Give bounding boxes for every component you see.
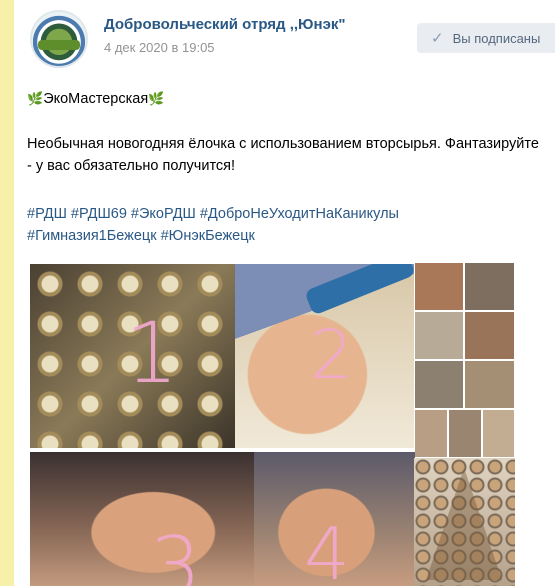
leaf-icon: 🌿 xyxy=(148,91,165,106)
photo-number-label: 4 xyxy=(304,512,350,586)
collage-cell xyxy=(414,262,464,311)
collage-cell xyxy=(464,311,515,360)
post-date[interactable]: 4 дек 2020 в 19:05 xyxy=(104,40,215,55)
group-name-link[interactable]: Добровольческий отряд ,,Юнэк" xyxy=(104,16,346,33)
post-title: 🌿ЭкоМастерская🌿 xyxy=(27,88,164,110)
group-avatar[interactable] xyxy=(30,10,88,68)
post-hashtags: #РДШ #РДШ69 #ЭкоРДШ #ДоброНеУходитНаКани… xyxy=(27,203,547,247)
subscribed-button[interactable]: ✓ Вы подписаны xyxy=(417,23,555,53)
collage-cell xyxy=(448,409,482,458)
photo-1[interactable]: 1 xyxy=(30,264,237,448)
subscribed-label: Вы подписаны xyxy=(452,30,541,46)
photo-3[interactable]: 3 xyxy=(30,452,254,586)
check-icon: ✓ xyxy=(431,30,444,47)
photo-number-label: 3 xyxy=(150,520,201,586)
avatar-banner xyxy=(38,40,80,50)
collage-cell xyxy=(464,360,515,409)
leaf-icon: 🌿 xyxy=(27,91,44,106)
hashtags-line-2[interactable]: #Гимназия1Бежецк #ЮнэкБежецк xyxy=(27,225,547,247)
photo-4[interactable]: 4 xyxy=(254,452,415,586)
tree-shape xyxy=(426,468,502,580)
photo-tree-result[interactable] xyxy=(414,458,515,586)
post-card: Добровольческий отряд ,,Юнэк" 4 дек 2020… xyxy=(14,0,555,586)
collage-cell xyxy=(414,360,464,409)
collage-cell xyxy=(482,409,515,458)
collage-cell xyxy=(414,409,448,458)
hashtags-line-1[interactable]: #РДШ #РДШ69 #ЭкоРДШ #ДоброНеУходитНаКани… xyxy=(27,203,547,225)
photo-number-label: 2 xyxy=(310,316,354,395)
post-description: Необычная новогодняя ёлочка с использова… xyxy=(27,136,539,174)
collage-cell xyxy=(464,262,515,311)
photo-number-label: 1 xyxy=(125,304,179,402)
post-title-text: ЭкоМастерская xyxy=(43,91,149,107)
collage-cell xyxy=(414,311,464,360)
photo-grid-collage[interactable] xyxy=(414,262,515,458)
glue-gun xyxy=(304,264,416,316)
photo-2[interactable]: 2 xyxy=(235,264,416,448)
